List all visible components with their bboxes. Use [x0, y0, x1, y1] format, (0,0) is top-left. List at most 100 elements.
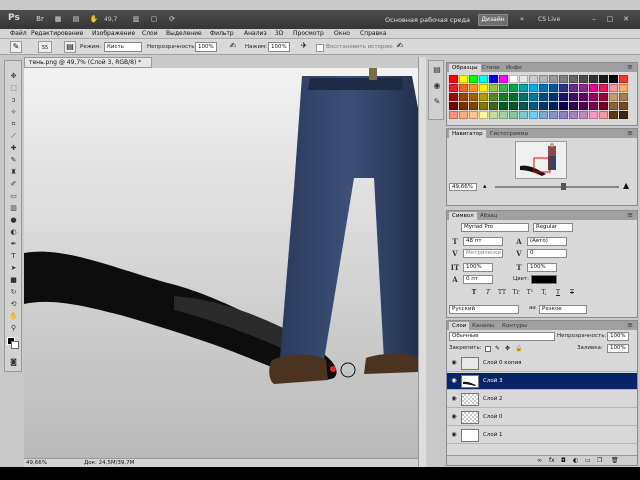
color-swatch[interactable] — [559, 75, 568, 83]
color-swatch[interactable] — [559, 111, 568, 119]
color-swatch[interactable] — [489, 102, 498, 110]
navigator-thumbnail[interactable] — [515, 141, 567, 179]
baseline-shift-input[interactable]: 0 пт — [463, 275, 493, 284]
flow-input[interactable]: 100% — [268, 42, 290, 52]
layer-row[interactable]: ◉ Слой 2 — [447, 391, 637, 408]
color-swatch[interactable] — [529, 75, 538, 83]
panel-menu-icon[interactable]: ≡ — [627, 129, 633, 138]
color-swatch[interactable] — [449, 111, 458, 119]
color-swatch[interactable] — [489, 84, 498, 92]
layer-style-icon[interactable]: fx — [549, 457, 555, 464]
new-layer-icon[interactable]: ❐ — [597, 457, 602, 464]
color-swatch[interactable] — [609, 102, 618, 110]
color-swatch[interactable] — [619, 84, 628, 92]
color-swatch[interactable] — [589, 84, 598, 92]
panel-menu-icon[interactable]: ≡ — [627, 321, 633, 330]
menu-view[interactable]: Просмотр — [293, 30, 324, 38]
new-group-icon[interactable]: ▭ — [585, 457, 591, 464]
gradient-tool-icon[interactable]: ▥ — [7, 203, 20, 213]
lock-pixels-icon[interactable]: ✎ — [495, 345, 500, 353]
quick-select-tool-icon[interactable]: ✧ — [7, 107, 20, 117]
3d-rotate-tool-icon[interactable]: ↻ — [7, 287, 20, 297]
faux-italic-button[interactable]: T — [483, 289, 493, 297]
pen-tool-icon[interactable]: ✒ — [7, 239, 20, 249]
view-extras-icon[interactable]: ▤ — [70, 15, 82, 24]
color-swatch[interactable] — [589, 111, 598, 119]
color-swatch[interactable] — [559, 84, 568, 92]
status-zoom[interactable]: 49,66% — [26, 459, 47, 467]
color-swatch[interactable] — [579, 93, 588, 101]
tracking-input[interactable]: 0 — [527, 249, 567, 258]
tab-info[interactable]: Инфо — [503, 64, 525, 72]
eye-icon[interactable]: ◉ — [450, 432, 458, 438]
color-swatch[interactable] — [549, 84, 558, 92]
color-swatch[interactable] — [589, 102, 598, 110]
layer-name[interactable]: Слой 0 — [483, 413, 503, 421]
lock-transparent-icon[interactable] — [485, 346, 491, 352]
font-style-select[interactable]: Regular — [533, 223, 573, 232]
color-swatch[interactable] — [469, 111, 478, 119]
color-swatch[interactable] — [609, 93, 618, 101]
color-swatch[interactable] — [539, 93, 548, 101]
hand-tool-icon[interactable]: ✋ — [7, 311, 20, 321]
tablet-pressure-opacity-icon[interactable]: ✍ — [227, 41, 239, 53]
paths-panel-icon[interactable]: ✎ — [432, 97, 442, 107]
adjustment-layer-icon[interactable]: ◐ — [573, 457, 578, 464]
color-swatch[interactable] — [469, 93, 478, 101]
layers-panel-icon[interactable]: ▤ — [432, 65, 442, 75]
color-swatch[interactable] — [459, 102, 468, 110]
menu-image[interactable]: Изображение — [92, 30, 135, 38]
maximize-icon[interactable]: □ — [606, 15, 614, 23]
move-tool-icon[interactable]: ✥ — [7, 71, 20, 81]
eye-icon[interactable]: ◉ — [450, 396, 458, 402]
tab-paths[interactable]: Контуры — [499, 322, 530, 330]
subscript-button[interactable]: T, — [539, 289, 549, 297]
color-swatch[interactable] — [469, 84, 478, 92]
canvas[interactable] — [24, 68, 418, 458]
color-swatch[interactable] — [599, 102, 608, 110]
zoom-out-icon[interactable]: ▴ — [483, 182, 487, 190]
color-swatch[interactable] — [499, 84, 508, 92]
layer-row[interactable]: ◉ Слой 1 — [447, 427, 637, 444]
crop-tool-icon[interactable]: ⌗ — [7, 119, 20, 129]
3d-orbit-tool-icon[interactable]: ⟲ — [7, 299, 20, 309]
color-swatch[interactable] — [619, 111, 628, 119]
color-swatch[interactable] — [539, 75, 548, 83]
channels-panel-icon[interactable]: ◉ — [432, 81, 442, 91]
color-swatch[interactable] — [449, 93, 458, 101]
layer-name[interactable]: Слой 0 копия — [483, 359, 521, 367]
eraser-tool-icon[interactable]: ▭ — [7, 191, 20, 201]
color-swatch[interactable] — [549, 111, 558, 119]
screen-mode-icon[interactable]: ▢ — [148, 15, 160, 24]
font-family-select[interactable]: Myriad Pro — [461, 223, 529, 232]
tab-swatches[interactable]: Образцы — [449, 64, 481, 72]
color-swatch[interactable] — [489, 93, 498, 101]
navigator-zoom-input[interactable]: 49,66% — [449, 183, 477, 191]
rotate-view-icon[interactable]: ⟳ — [166, 15, 178, 24]
panel-menu-icon[interactable]: ≡ — [627, 63, 633, 72]
cs-live-button[interactable]: CS Live — [538, 15, 560, 25]
color-swatch[interactable] — [509, 84, 518, 92]
color-swatch[interactable] — [569, 84, 578, 92]
tab-histogram[interactable]: Гистограмма — [487, 130, 531, 138]
color-swatch[interactable] — [459, 75, 468, 83]
brush-tool-icon[interactable]: ✎ — [7, 155, 20, 165]
canvas-vertical-scrollbar[interactable] — [418, 57, 426, 467]
horizontal-scale-input[interactable]: 100% — [527, 263, 557, 272]
healing-brush-tool-icon[interactable]: ✚ — [7, 143, 20, 153]
mini-bridge-icon[interactable]: ▦ — [52, 15, 64, 24]
marquee-tool-icon[interactable]: ⬚ — [7, 83, 20, 93]
color-swatch[interactable] — [569, 102, 578, 110]
color-swatch[interactable] — [529, 93, 538, 101]
navigator-zoom-slider[interactable] — [495, 186, 619, 188]
color-swatch[interactable] — [509, 111, 518, 119]
color-swatch[interactable] — [509, 75, 518, 83]
shape-tool-icon[interactable]: ■ — [7, 275, 20, 285]
restore-history-checkbox[interactable] — [316, 44, 324, 52]
layer-name[interactable]: Слой 3 — [483, 377, 503, 385]
brush-preset-picker[interactable]: 55 — [38, 41, 52, 53]
close-icon[interactable]: ✕ — [622, 15, 630, 23]
color-swatch[interactable] — [499, 75, 508, 83]
layer-row[interactable]: ◉ Слой 0 — [447, 409, 637, 426]
color-swatch[interactable] — [549, 75, 558, 83]
